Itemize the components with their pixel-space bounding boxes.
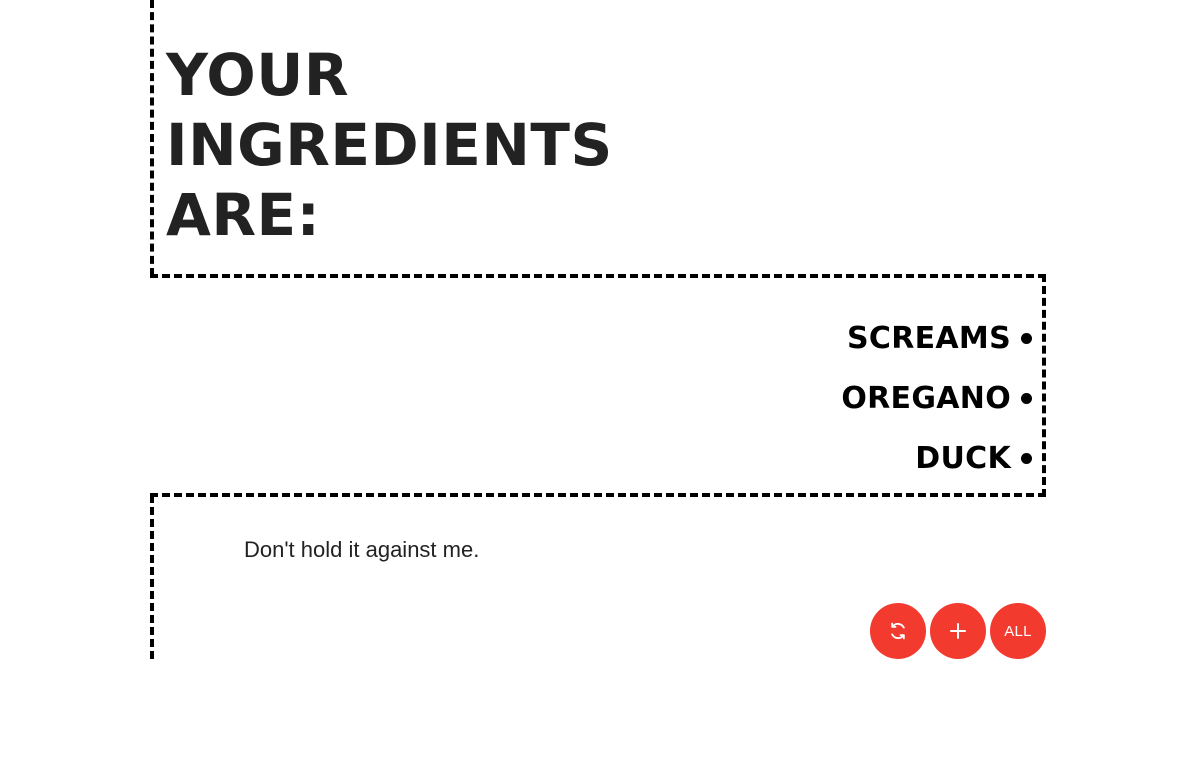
list-item: OREGANO — [841, 368, 1032, 428]
all-button-label: ALL — [1004, 622, 1032, 640]
action-buttons: ALL — [870, 603, 1046, 659]
all-button[interactable]: ALL — [990, 603, 1046, 659]
ingredient-label: SCREAMS — [847, 320, 1011, 356]
quote-section: Don't hold it against me. ALL — [150, 495, 1046, 659]
page-title: YOUR INGREDIENTS ARE: — [166, 40, 612, 250]
list-item: DUCK — [841, 428, 1032, 488]
quote-text: Don't hold it against me. — [244, 537, 480, 562]
title-line-2: INGREDIENTS — [166, 111, 613, 179]
ingredient-list: SCREAMS OREGANO DUCK — [841, 308, 1032, 488]
refresh-icon — [888, 621, 908, 641]
heading-section: YOUR INGREDIENTS ARE: — [150, 0, 1044, 276]
plus-icon — [949, 622, 967, 640]
ingredients-section: SCREAMS OREGANO DUCK — [150, 274, 1046, 497]
title-line-3: ARE: — [166, 181, 321, 249]
add-button[interactable] — [930, 603, 986, 659]
title-line-1: YOUR — [166, 41, 349, 109]
bullet-icon — [1021, 392, 1032, 404]
bullet-icon — [1021, 452, 1032, 464]
ingredient-label: OREGANO — [841, 380, 1011, 416]
ingredient-label: DUCK — [915, 440, 1011, 476]
refresh-button[interactable] — [870, 603, 926, 659]
list-item: SCREAMS — [841, 308, 1032, 368]
bullet-icon — [1021, 332, 1032, 344]
